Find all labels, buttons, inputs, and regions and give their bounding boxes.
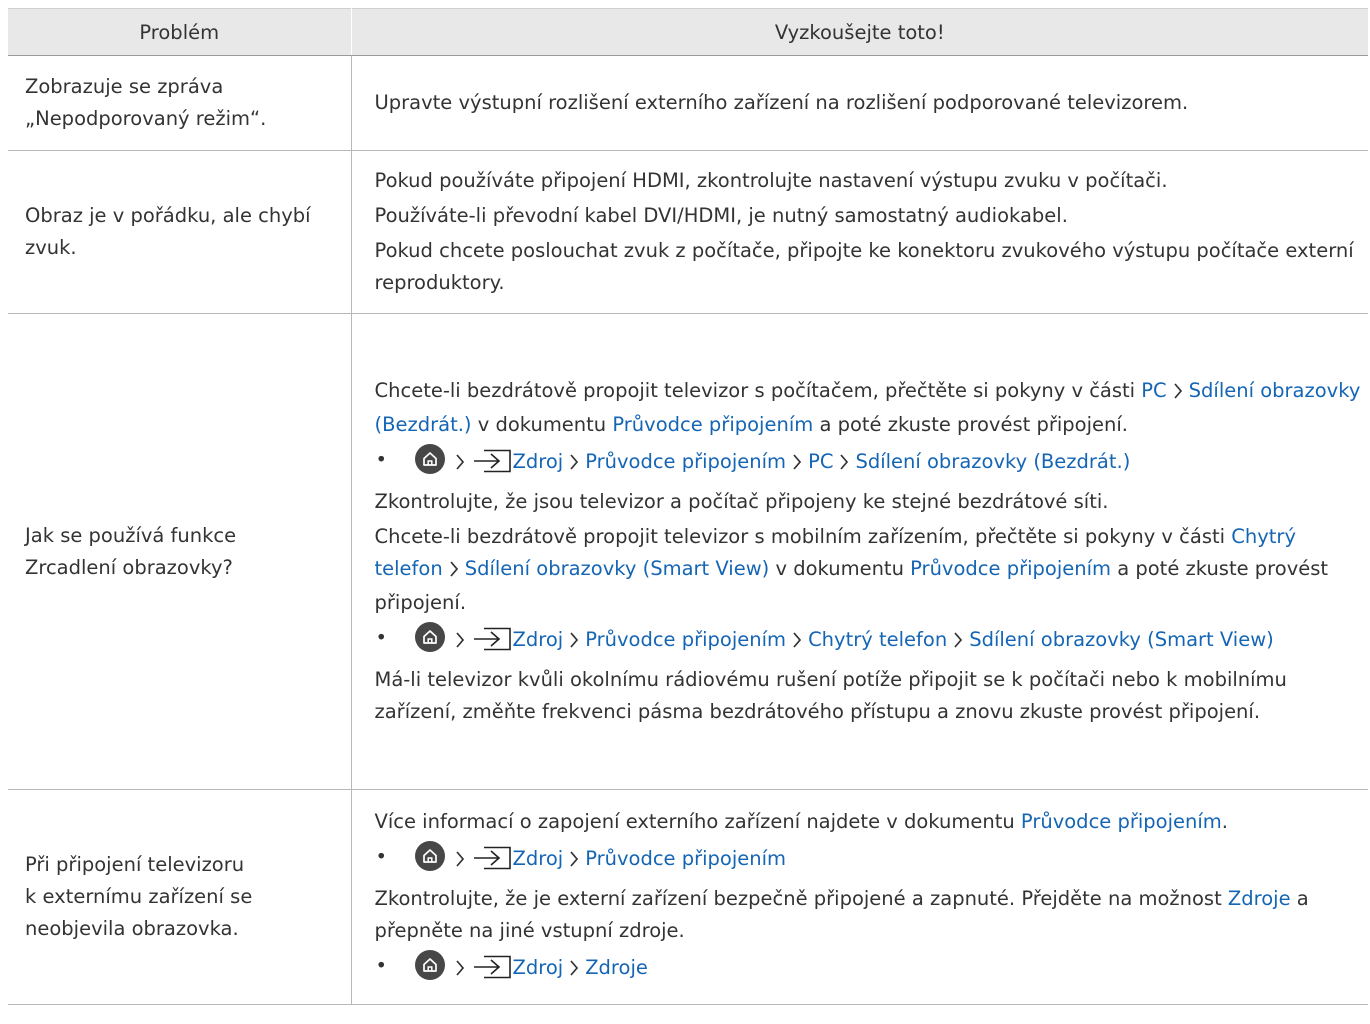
text-span: a poté zkuste provést připojení. (813, 413, 1128, 436)
troubleshooting-table: Problém Vyzkoušejte toto! Zobrazuje se z… (8, 8, 1368, 1005)
menu-path-item[interactable]: Sdílení obrazovky (Bezdrát.) (855, 450, 1130, 473)
table-header-row: Problém Vyzkoušejte toto! (8, 8, 1368, 56)
text-span: v dokumentu (769, 557, 911, 580)
menu-path: • Zdroj Průvodce připojením Chytrý telefon S… (375, 622, 1363, 661)
text-span: v dokumentu (471, 413, 613, 436)
menu-path-item[interactable]: Zdroje (585, 956, 648, 979)
link-pc[interactable]: PC (1141, 379, 1166, 402)
menu-path: • Zdroj Průvodce připojením PC Sdílení obraz… (375, 444, 1363, 483)
solution-text: Zkontrolujte, že je externí zařízení bez… (375, 883, 1363, 947)
text-span: . (1221, 809, 1228, 833)
home-icon (414, 622, 445, 652)
home-icon (414, 949, 445, 980)
problem-line: Při připojení televizoru (25, 853, 245, 876)
solution-text: Upravte výstupní rozlišení externího zař… (374, 91, 1189, 114)
menu-path-item[interactable]: Chytrý telefon (808, 628, 947, 651)
solution-cell: Upravte výstupní rozlišení externího zař… (351, 55, 1368, 151)
chevron-right-icon (569, 448, 579, 480)
menu-path-item[interactable]: Průvodce připojením (585, 450, 786, 473)
text-span: Zkontrolujte, že je externí zařízení bez… (374, 886, 1228, 910)
text-span: Chcete-li bezdrátově propojit televizor … (374, 525, 1232, 548)
problem-cell: Zobrazuje se zpráva „Nepodporovaný režim… (8, 55, 352, 151)
source-input-icon (473, 627, 511, 661)
chevron-right-icon (449, 555, 459, 587)
chevron-right-icon (455, 845, 465, 877)
menu-path-item[interactable]: Zdroj (513, 450, 564, 473)
menu-path-item[interactable]: Průvodce připojením (585, 628, 786, 651)
chevron-right-icon (1173, 377, 1183, 409)
text-span: Více informací o zapojení externího zaří… (374, 809, 1021, 833)
table-row: Zobrazuje se zpráva „Nepodporovaný režim… (8, 55, 1368, 151)
chevron-right-icon (792, 448, 802, 480)
column-header-problem: Problém (8, 8, 352, 56)
chevron-right-icon (455, 954, 465, 986)
solution-text: Pokud chcete poslouchat zvuk z počítače,… (374, 239, 1354, 294)
link-connection-guide[interactable]: Průvodce připojením (612, 413, 813, 436)
problem-cell: Při připojení televizoru k externímu zař… (8, 789, 352, 1005)
table-row: Jak se používá funkce Zrcadlení obrazovk… (8, 313, 1368, 790)
menu-path-item[interactable]: Sdílení obrazovky (Smart View) (969, 628, 1274, 651)
problem-line: „Nepodporovaný režim“. (25, 107, 267, 130)
bullet: • (375, 844, 388, 868)
link-screen-sharing-smart-view[interactable]: Sdílení obrazovky (Smart View) (465, 557, 770, 580)
problem-line: Zrcadlení obrazovky? (25, 555, 233, 579)
source-input-icon (473, 955, 511, 989)
link-connection-guide[interactable]: Průvodce připojením (1021, 810, 1222, 833)
table-row: Při připojení televizoru k externímu zař… (8, 789, 1368, 1005)
solution-cell: Chcete-li bezdrátově propojit televizor … (351, 313, 1368, 790)
solution-text: Chcete-li bezdrátově propojit televizor … (375, 521, 1363, 619)
problem-line: Zobrazuje se zpráva (25, 75, 224, 98)
link-connection-guide[interactable]: Průvodce připojením (910, 557, 1111, 580)
home-icon (414, 444, 445, 474)
menu-path-item[interactable]: Zdroj (513, 628, 564, 651)
solution-text: Má-li televizor kvůli okolnímu rádiovému… (374, 668, 1287, 723)
chevron-right-icon (792, 626, 802, 658)
solution-text: Používáte-li převodní kabel DVI/HDMI, je… (374, 204, 1068, 227)
chevron-right-icon (455, 448, 465, 480)
chevron-right-icon (569, 845, 579, 877)
column-header-solution: Vyzkoušejte toto! (351, 8, 1368, 56)
solution-cell: Více informací o zapojení externího zaří… (351, 789, 1368, 1005)
chevron-right-icon (455, 626, 465, 658)
menu-path-item[interactable]: Průvodce připojením (585, 847, 786, 870)
problem-line: k externímu zařízení se (25, 885, 253, 908)
solution-cell: Pokud používáte připojení HDMI, zkontrol… (351, 150, 1368, 314)
solution-text: Pokud používáte připojení HDMI, zkontrol… (374, 169, 1168, 192)
source-input-icon (473, 846, 511, 880)
chevron-right-icon (569, 954, 579, 986)
menu-path-item[interactable]: PC (808, 450, 833, 473)
problem-cell: Jak se používá funkce Zrcadlení obrazovk… (8, 313, 352, 790)
table-row: Obraz je v pořádku, ale chybí zvuk. Poku… (8, 150, 1368, 314)
solution-text: Chcete-li bezdrátově propojit televizor … (375, 375, 1363, 441)
text-span: Chcete-li bezdrátově propojit televizor … (374, 379, 1142, 402)
home-icon (414, 840, 445, 871)
source-input-icon (473, 449, 511, 483)
chevron-right-icon (569, 626, 579, 658)
menu-path-item[interactable]: Zdroj (513, 847, 564, 870)
problem-line: Obraz je v pořádku, ale chybí (25, 204, 311, 227)
menu-path-item[interactable]: Zdroj (513, 956, 564, 979)
menu-path: • Zdroj Průvodce připojením (375, 840, 1363, 880)
solution-text: Více informací o zapojení externího zaří… (375, 806, 1363, 838)
problem-cell: Obraz je v pořádku, ale chybí zvuk. (8, 150, 352, 314)
problem-line: neobjevila obrazovka. (25, 917, 239, 940)
bullet: • (375, 953, 388, 977)
problem-line: Jak se používá funkce (25, 523, 237, 547)
bullet: • (375, 448, 388, 471)
problem-line: zvuk. (25, 236, 77, 259)
chevron-right-icon (953, 626, 963, 658)
menu-path: • Zdroj Zdroje (375, 949, 1363, 989)
chevron-right-icon (839, 448, 849, 480)
solution-text: Zkontrolujte, že jsou televizor a počíta… (374, 490, 1109, 513)
link-sources[interactable]: Zdroje (1228, 887, 1291, 910)
bullet: • (375, 626, 388, 649)
